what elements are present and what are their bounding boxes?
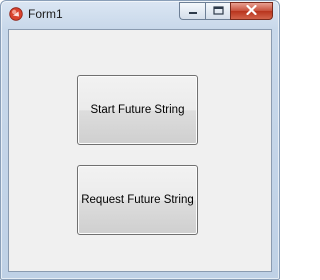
window-title: Form1: [28, 7, 63, 21]
minimize-icon: [188, 2, 198, 20]
maximize-button[interactable]: [205, 2, 230, 20]
minimize-button[interactable]: [179, 2, 205, 20]
title-bar[interactable]: Form1: [1, 1, 279, 28]
request-future-string-button[interactable]: Request Future String: [77, 165, 198, 235]
caption-buttons: [179, 2, 273, 21]
start-future-string-button[interactable]: Start Future String: [77, 75, 198, 145]
form-client-area: Start Future String Request Future Strin…: [8, 29, 272, 272]
maximize-icon: [212, 2, 224, 20]
app-icon[interactable]: [9, 7, 23, 21]
close-button[interactable]: [230, 2, 273, 20]
app-window: Form1 Start Future String Request Future…: [0, 0, 280, 280]
close-icon: [246, 2, 257, 20]
